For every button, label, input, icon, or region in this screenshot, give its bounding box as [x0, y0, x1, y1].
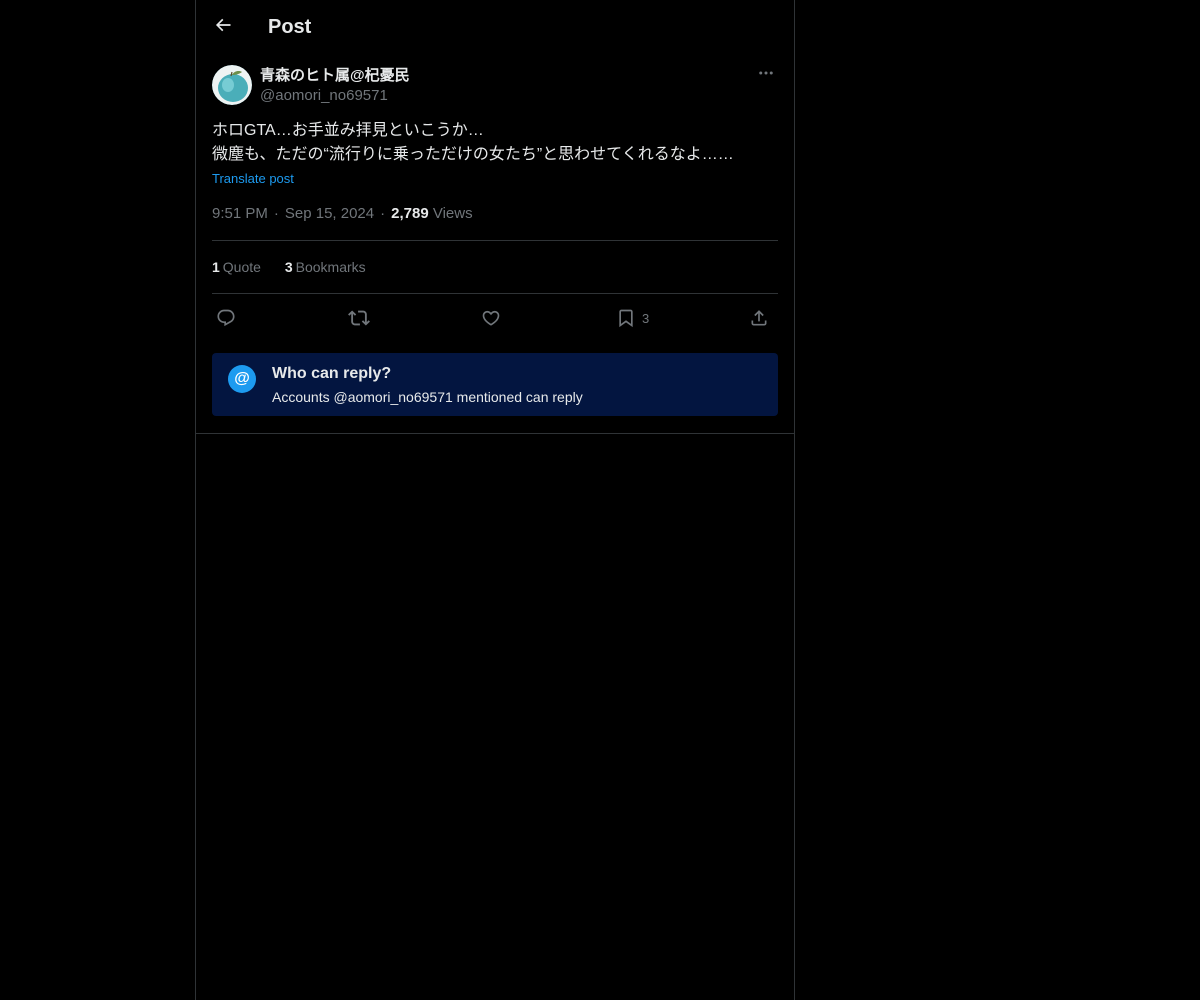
quote-count: 1 [212, 259, 220, 275]
more-options-button[interactable] [754, 64, 778, 86]
post-date[interactable]: Sep 15, 2024 [285, 205, 374, 222]
share-icon [749, 308, 769, 328]
like-button[interactable] [481, 304, 501, 332]
post-meta: 9:51 PM · Sep 15, 2024 · 2,789 Views [212, 204, 473, 224]
quotes-stat[interactable]: 1 Quote [212, 257, 261, 277]
bookmark-stat-count: 3 [284, 259, 293, 275]
at-sign-icon: @ [228, 365, 256, 393]
main-column: Post 青森のヒト属@杞憂民 @aomori_no69571 ホロGTA…お手… [195, 0, 795, 1000]
quote-label: Quote [222, 259, 261, 275]
bookmark-icon [616, 308, 636, 328]
bookmark-stat-label: Bookmarks [295, 259, 366, 275]
repost-button[interactable] [348, 304, 370, 332]
who-can-reply-subtitle: Accounts @aomori_no69571 mentioned can r… [272, 389, 583, 405]
repost-icon [348, 307, 370, 329]
author-row: 青森のヒト属@杞憂民 @aomori_no69571 [212, 64, 778, 106]
post-time[interactable]: 9:51 PM [212, 205, 268, 222]
views-label: Views [432, 205, 473, 222]
views-count: 2,789 [391, 205, 429, 222]
reply-icon [216, 308, 236, 328]
divider [212, 293, 778, 294]
share-button[interactable] [749, 304, 769, 332]
action-bar: 3 [212, 304, 778, 332]
display-name[interactable]: 青森のヒト属@杞憂民 [260, 66, 410, 86]
reply-button[interactable] [216, 304, 236, 332]
section-divider [196, 433, 794, 434]
apple-avatar-image [212, 65, 252, 105]
who-can-reply-notice: @ Who can reply? Accounts @aomori_no6957… [212, 353, 778, 416]
who-can-reply-title: Who can reply? [272, 365, 392, 382]
bookmark-count: 3 [642, 310, 650, 326]
post-text: ホロGTA…お手並み拝見といこうか… 微塵も、ただの“流行りに乗っただけの女たち… [212, 119, 778, 167]
post-stats: 1 Quote 3 Bookmarks [212, 257, 386, 277]
like-icon [481, 308, 501, 328]
meta-separator: · [380, 205, 386, 222]
divider [212, 240, 778, 241]
back-button[interactable] [206, 10, 240, 44]
more-horizontal-icon [757, 64, 775, 87]
meta-separator: · [273, 205, 279, 222]
page-title: Post [268, 16, 312, 38]
post-text-line: ホロGTA…お手並み拝見といこうか… [212, 122, 484, 139]
bookmarks-stat[interactable]: 3 Bookmarks [285, 257, 366, 277]
arrow-left-icon [213, 15, 233, 40]
bookmark-button[interactable]: 3 [616, 304, 649, 332]
user-handle[interactable]: @aomori_no69571 [260, 86, 388, 106]
avatar[interactable] [212, 65, 252, 105]
translate-post-link[interactable]: Translate post [212, 170, 294, 188]
post-text-line: 微塵も、ただの“流行りに乗っただけの女たち”と思わせてくれるなよ…… [212, 146, 734, 163]
post-header: Post [196, 0, 794, 53]
